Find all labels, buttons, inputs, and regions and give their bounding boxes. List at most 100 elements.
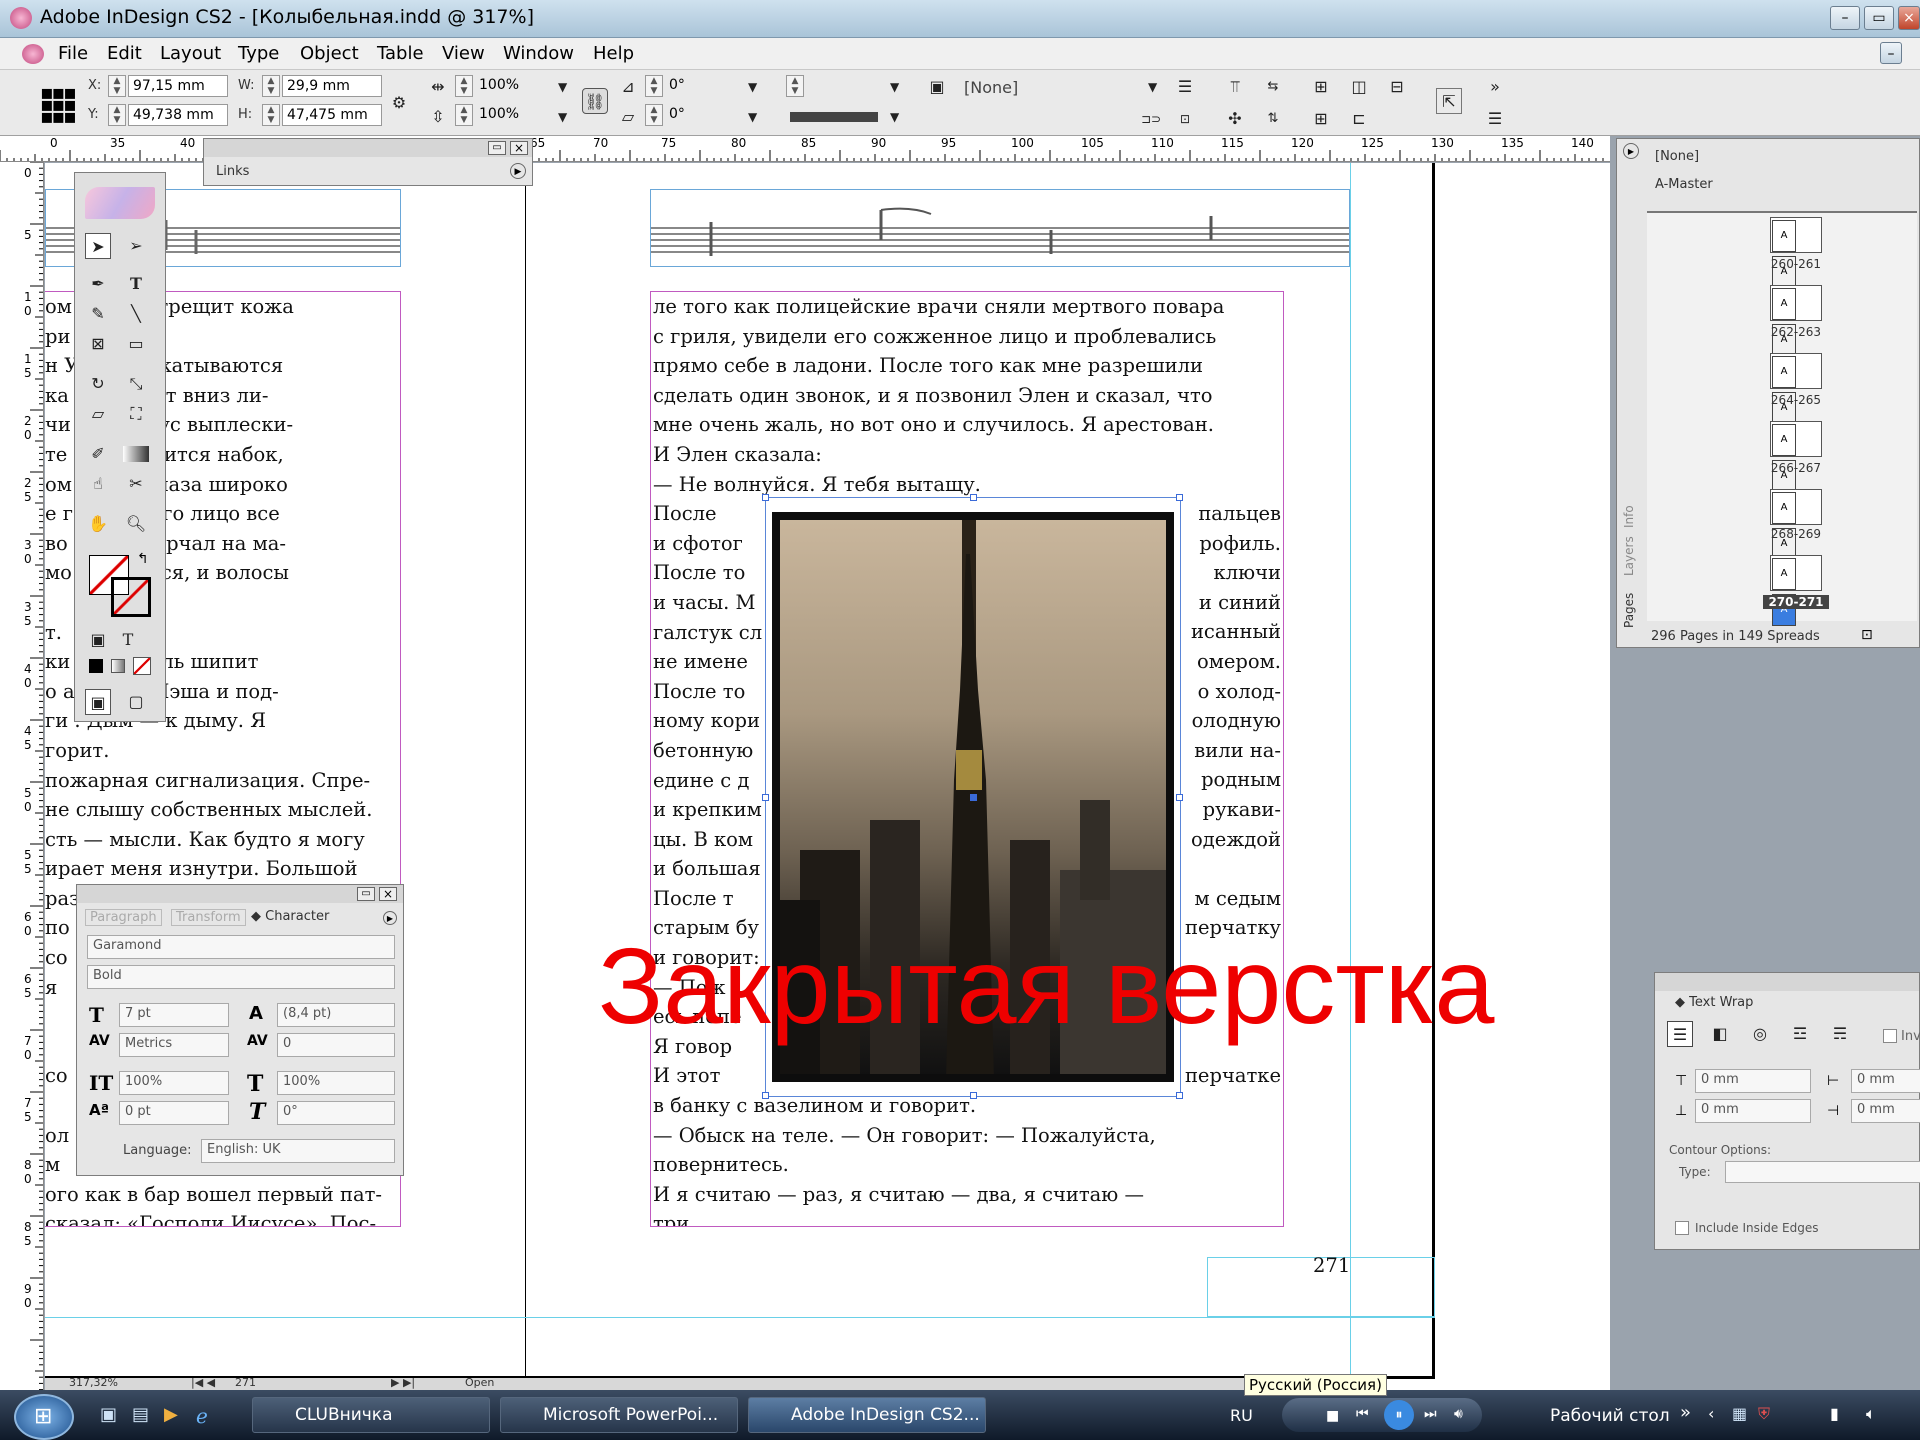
stroke-type-swatch[interactable] <box>790 112 878 122</box>
spread-thumb[interactable]: AA <box>1770 217 1822 288</box>
horizontal-scale-field[interactable]: 100% <box>277 1071 395 1095</box>
apply-none-icon[interactable] <box>133 657 151 675</box>
baseline-shift-field[interactable]: 0 pt <box>119 1101 229 1125</box>
menu-help[interactable]: Help <box>593 43 634 64</box>
menu-layout[interactable]: Layout <box>160 43 221 64</box>
spread-thumb[interactable]: AA <box>1770 353 1822 424</box>
formatting-text-icon[interactable]: T <box>115 627 141 653</box>
next-icon[interactable]: ⏭ <box>1424 1406 1437 1422</box>
type-tool-icon[interactable]: T <box>123 271 149 297</box>
scale-y-dropdown-icon[interactable]: ▼ <box>558 110 567 124</box>
distribute-icon[interactable]: ⇆ <box>1260 74 1286 100</box>
wrap-shape-icon[interactable]: ◎ <box>1747 1021 1773 1047</box>
menu-type[interactable]: Type <box>238 43 279 64</box>
apply-gradient-icon[interactable] <box>111 659 125 673</box>
free-transform-tool-icon[interactable]: ⛶ <box>123 401 149 427</box>
character-panel[interactable]: ▭ × Paragraph Transform ◆ Character ▶ Ga… <box>76 884 404 1176</box>
page-nav-next-icon[interactable]: ▶ ▶| <box>391 1378 415 1389</box>
character-panel-titlebar[interactable] <box>77 885 403 903</box>
quicklaunch-media-icon[interactable]: ▶ <box>164 1404 178 1425</box>
selection-handle[interactable] <box>970 1092 977 1099</box>
frame-fit-icon-1[interactable]: ⊞ <box>1308 74 1334 100</box>
quicklaunch-switch-icon[interactable]: ▤ <box>132 1404 149 1425</box>
right-offset-field[interactable]: 0 mm <box>1851 1099 1920 1123</box>
side-tab-layers[interactable]: Layers <box>1622 536 1636 576</box>
media-player-controls[interactable] <box>1282 1398 1482 1432</box>
tray-arrow-icon[interactable]: ‹ <box>1708 1404 1714 1423</box>
zoom-level[interactable]: 317,32% <box>69 1378 118 1389</box>
panel-menu-icon[interactable]: ☰ <box>1482 106 1508 132</box>
maximize-button[interactable]: ▭ <box>1864 6 1894 30</box>
h-stepper[interactable]: ▲ ▼ <box>262 104 280 126</box>
open-label[interactable]: Open <box>465 1378 494 1389</box>
doc-minimize-button[interactable]: – <box>1880 42 1902 64</box>
selection-handle[interactable] <box>970 494 977 501</box>
links-panel-tab[interactable]: Links <box>216 164 249 179</box>
h-field[interactable]: 47,475 mm <box>282 104 382 126</box>
new-page-icon[interactable]: ⊡ <box>1861 627 1873 643</box>
apply-style-icon[interactable]: ⊡ <box>1172 106 1198 132</box>
distribute-v-icon[interactable]: ⇅ <box>1260 106 1286 132</box>
taskbar-button-clubnichka[interactable]: CLUBничка <box>252 1397 490 1433</box>
close-button[interactable]: × <box>1898 6 1920 30</box>
right-header-music-image[interactable] <box>650 189 1350 267</box>
side-tab-info[interactable]: Info <box>1622 488 1636 528</box>
hand-tool-icon[interactable]: ✋ <box>85 511 111 537</box>
font-size-field[interactable]: 7 pt <box>119 1003 229 1027</box>
stroke-swatch[interactable] <box>111 577 151 617</box>
stroke-weight-dropdown-icon[interactable]: ▼ <box>890 80 899 94</box>
side-tab-pages[interactable]: Pages <box>1622 588 1636 628</box>
spread-thumb[interactable]: AA <box>1770 285 1822 356</box>
w-field[interactable]: 29,9 mm <box>282 75 382 97</box>
shear-tool-icon[interactable]: ▱ <box>85 401 111 427</box>
selection-center-point[interactable] <box>970 794 977 801</box>
rectangle-frame-tool-icon[interactable]: ⊠ <box>85 331 111 357</box>
text-wrap-panel[interactable]: ◆ Text Wrap ☰ ◧ ◎ ☲ ☴ Inv ⊤ 0 mm ⊢ 0 mm … <box>1654 972 1920 1250</box>
spread-thumb-selected[interactable]: AA <box>1770 555 1822 626</box>
align-center-icon[interactable]: ✣ <box>1222 106 1248 132</box>
lang-indicator[interactable]: RU <box>1230 1406 1253 1425</box>
swap-colors-icon[interactable]: ↰ <box>137 551 149 567</box>
button-tool-icon[interactable]: ☝ <box>85 471 111 497</box>
pen-tool-icon[interactable]: ✒ <box>85 271 111 297</box>
export-icon[interactable]: ⇱ <box>1436 88 1462 114</box>
language-field[interactable]: English: UK <box>201 1139 395 1163</box>
rotate-tool-icon[interactable]: ↻ <box>85 371 111 397</box>
tray-battery-icon[interactable]: ▮ <box>1830 1404 1839 1423</box>
apply-color-icon[interactable] <box>89 659 103 673</box>
selection-handle[interactable] <box>1176 794 1183 801</box>
font-style-field[interactable]: Bold <box>87 965 395 989</box>
menu-table[interactable]: Table <box>377 43 424 64</box>
align-top-icon[interactable]: ⫪ <box>1222 74 1248 100</box>
font-family-field[interactable]: Garamond <box>87 935 395 959</box>
tray-security-icon[interactable]: ⛨ <box>1758 1404 1770 1424</box>
jump-next-column-icon[interactable]: ☴ <box>1827 1021 1853 1047</box>
bottom-offset-field[interactable]: 0 mm <box>1695 1099 1811 1123</box>
leading-field[interactable]: (8,4 pt) <box>277 1003 395 1027</box>
minimize-button[interactable]: – <box>1830 6 1860 30</box>
no-wrap-icon[interactable]: ☰ <box>1667 1021 1693 1047</box>
object-style-value[interactable]: [None] <box>964 78 1018 97</box>
links-panel[interactable]: ▭ × Links ▶ <box>203 138 533 186</box>
selection-tool-icon[interactable]: ➤ <box>85 233 111 259</box>
scissors-tool-icon[interactable]: ✂ <box>123 471 149 497</box>
window-title-bar[interactable]: Adobe InDesign CS2 - [Колыбельная.indd @… <box>0 0 1920 38</box>
vertical-scale-field[interactable]: 100% <box>119 1071 229 1095</box>
stroke-type-dropdown-icon[interactable]: ▼ <box>890 110 899 124</box>
tracking-field[interactable]: 0 <box>277 1033 395 1057</box>
selection-handle[interactable] <box>1176 494 1183 501</box>
normal-view-icon[interactable]: ▣ <box>85 689 111 715</box>
more-options-icon[interactable]: » <box>1482 74 1508 100</box>
frame-fit-icon-5[interactable]: ⊏ <box>1346 106 1372 132</box>
wrap-bounding-box-icon[interactable]: ◧ <box>1707 1021 1733 1047</box>
tools-panel[interactable]: ➤ ➢ ✒ T ✎ ╲ ⊠ ▭ ↻ ⤡ ▱ ⛶ ✐ ☝ ✂ ✋ 🔍︎ ↰ ▣ T… <box>74 172 166 722</box>
spread-thumb[interactable]: AA <box>1770 421 1822 492</box>
character-panel-menu-icon[interactable]: ▶ <box>383 911 397 925</box>
gradient-tool-icon[interactable] <box>123 446 149 462</box>
pages-panel-menu-icon[interactable]: ▶ <box>1623 143 1639 159</box>
frame-fit-icon-3[interactable]: ⊟ <box>1384 74 1410 100</box>
y-field[interactable]: 49,738 mm <box>128 104 228 126</box>
quicklaunch-ie-icon[interactable]: ℯ <box>196 1404 208 1428</box>
spread-thumb[interactable]: AA <box>1770 489 1822 560</box>
pages-panel[interactable]: ▶ [None] A-Master Info Layers Pages AA 2… <box>1616 138 1920 648</box>
